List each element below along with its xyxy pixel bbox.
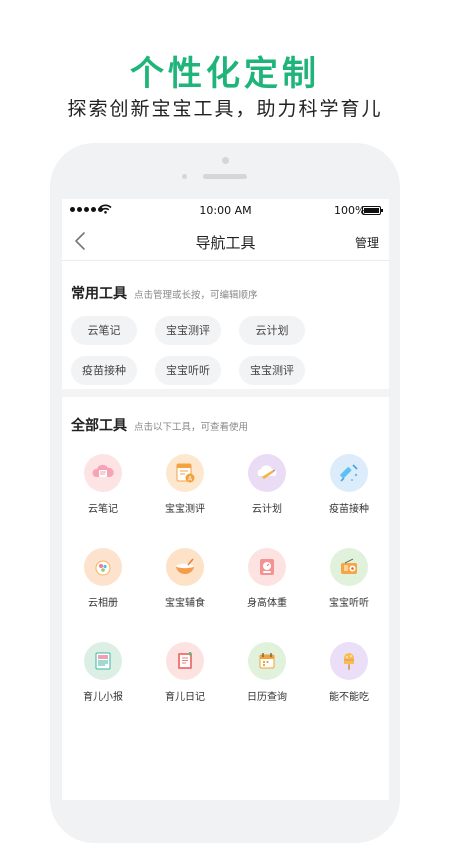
common-tools-hint: 点击管理或长按，可编辑顺序 [134, 290, 258, 301]
status-bar: 10:00 AM 100% [62, 199, 389, 221]
common-tools-section: 常用工具 点击管理或长按，可编辑顺序 云笔记 宝宝测评 云计划 疫苗接种 宝宝听… [62, 261, 389, 389]
promo-subtitle: 探索创新宝宝工具，助力科学育儿 [67, 98, 383, 120]
battery-percent: 100% [334, 204, 366, 217]
vaccine-icon [330, 454, 368, 492]
all-tools-section: 全部工具 点击以下工具，可查看使用 云笔记 A 宝宝测评 云计划 疫苗接种 云相… [62, 397, 389, 800]
baby-food-icon [166, 548, 204, 586]
all-tools-grid: 云笔记 A 宝宝测评 云计划 疫苗接种 云相册 宝宝辅食 身高体重 宝宝听听 育… [62, 454, 380, 736]
page-title: 导航工具 [195, 234, 256, 252]
radio-icon [330, 548, 368, 586]
tool-calendar-query[interactable]: 日历查询 [226, 642, 308, 736]
battery-icon [362, 206, 383, 215]
tool-vaccine[interactable]: 疫苗接种 [308, 454, 389, 548]
all-tools-title: 全部工具 [71, 418, 127, 434]
chip-baby-evaluation-2[interactable]: 宝宝测评 [239, 356, 305, 385]
cloud-plan-icon [248, 454, 286, 492]
tool-height-weight[interactable]: 身高体重 [226, 548, 308, 642]
tool-can-eat[interactable]: 能不能吃 [308, 642, 389, 736]
cloud-note-icon [84, 454, 122, 492]
tool-label: 宝宝测评 [165, 504, 205, 515]
proximity-sensor [182, 174, 187, 179]
app-screen: 10:00 AM 100% 导航工具 管理 常用工具 点击管理或长按，可编辑顺序… [62, 199, 389, 800]
tool-label: 疫苗接种 [329, 504, 369, 515]
tool-label: 云计划 [252, 504, 282, 515]
chip-cloud-note[interactable]: 云笔记 [71, 316, 137, 345]
height-weight-icon [248, 548, 286, 586]
tool-parenting-diary[interactable]: 育儿日记 [144, 642, 226, 736]
front-camera [222, 157, 229, 164]
tool-cloud-note[interactable]: 云笔记 [62, 454, 144, 548]
chip-cloud-plan[interactable]: 云计划 [239, 316, 305, 345]
newspaper-icon [84, 642, 122, 680]
tool-label: 云笔记 [88, 504, 118, 515]
tool-label: 能不能吃 [329, 692, 369, 703]
manage-button[interactable]: 管理 [355, 234, 379, 251]
tool-label: 身高体重 [247, 598, 287, 609]
tool-baby-food[interactable]: 宝宝辅食 [144, 548, 226, 642]
tool-label: 宝宝听听 [329, 598, 369, 609]
tool-label: 育儿日记 [165, 692, 205, 703]
promo-title: 个性化定制 [130, 54, 320, 94]
all-tools-hint: 点击以下工具，可查看使用 [134, 422, 249, 433]
tool-parenting-paper[interactable]: 育儿小报 [62, 642, 144, 736]
chip-baby-listen[interactable]: 宝宝听听 [155, 356, 221, 385]
diary-icon [166, 642, 204, 680]
tool-cloud-album[interactable]: 云相册 [62, 548, 144, 642]
evaluation-icon: A [166, 454, 204, 492]
common-tools-title: 常用工具 [71, 286, 127, 302]
tool-label: 云相册 [88, 598, 118, 609]
tool-cloud-plan[interactable]: 云计划 [226, 454, 308, 548]
common-tools-chips: 云笔记 宝宝测评 云计划 疫苗接种 宝宝听听 宝宝测评 [71, 316, 380, 385]
tool-label: 宝宝辅食 [165, 598, 205, 609]
tool-label: 日历查询 [247, 692, 287, 703]
earpiece-speaker [203, 174, 247, 179]
calendar-icon [248, 642, 286, 680]
ice-cream-icon [330, 642, 368, 680]
tool-baby-listen[interactable]: 宝宝听听 [308, 548, 389, 642]
tool-label: 育儿小报 [83, 692, 123, 703]
nav-bar: 导航工具 管理 [62, 221, 389, 261]
chip-vaccine[interactable]: 疫苗接种 [71, 356, 137, 385]
chip-baby-evaluation[interactable]: 宝宝测评 [155, 316, 221, 345]
cloud-album-icon [84, 548, 122, 586]
tool-baby-evaluation[interactable]: A 宝宝测评 [144, 454, 226, 548]
